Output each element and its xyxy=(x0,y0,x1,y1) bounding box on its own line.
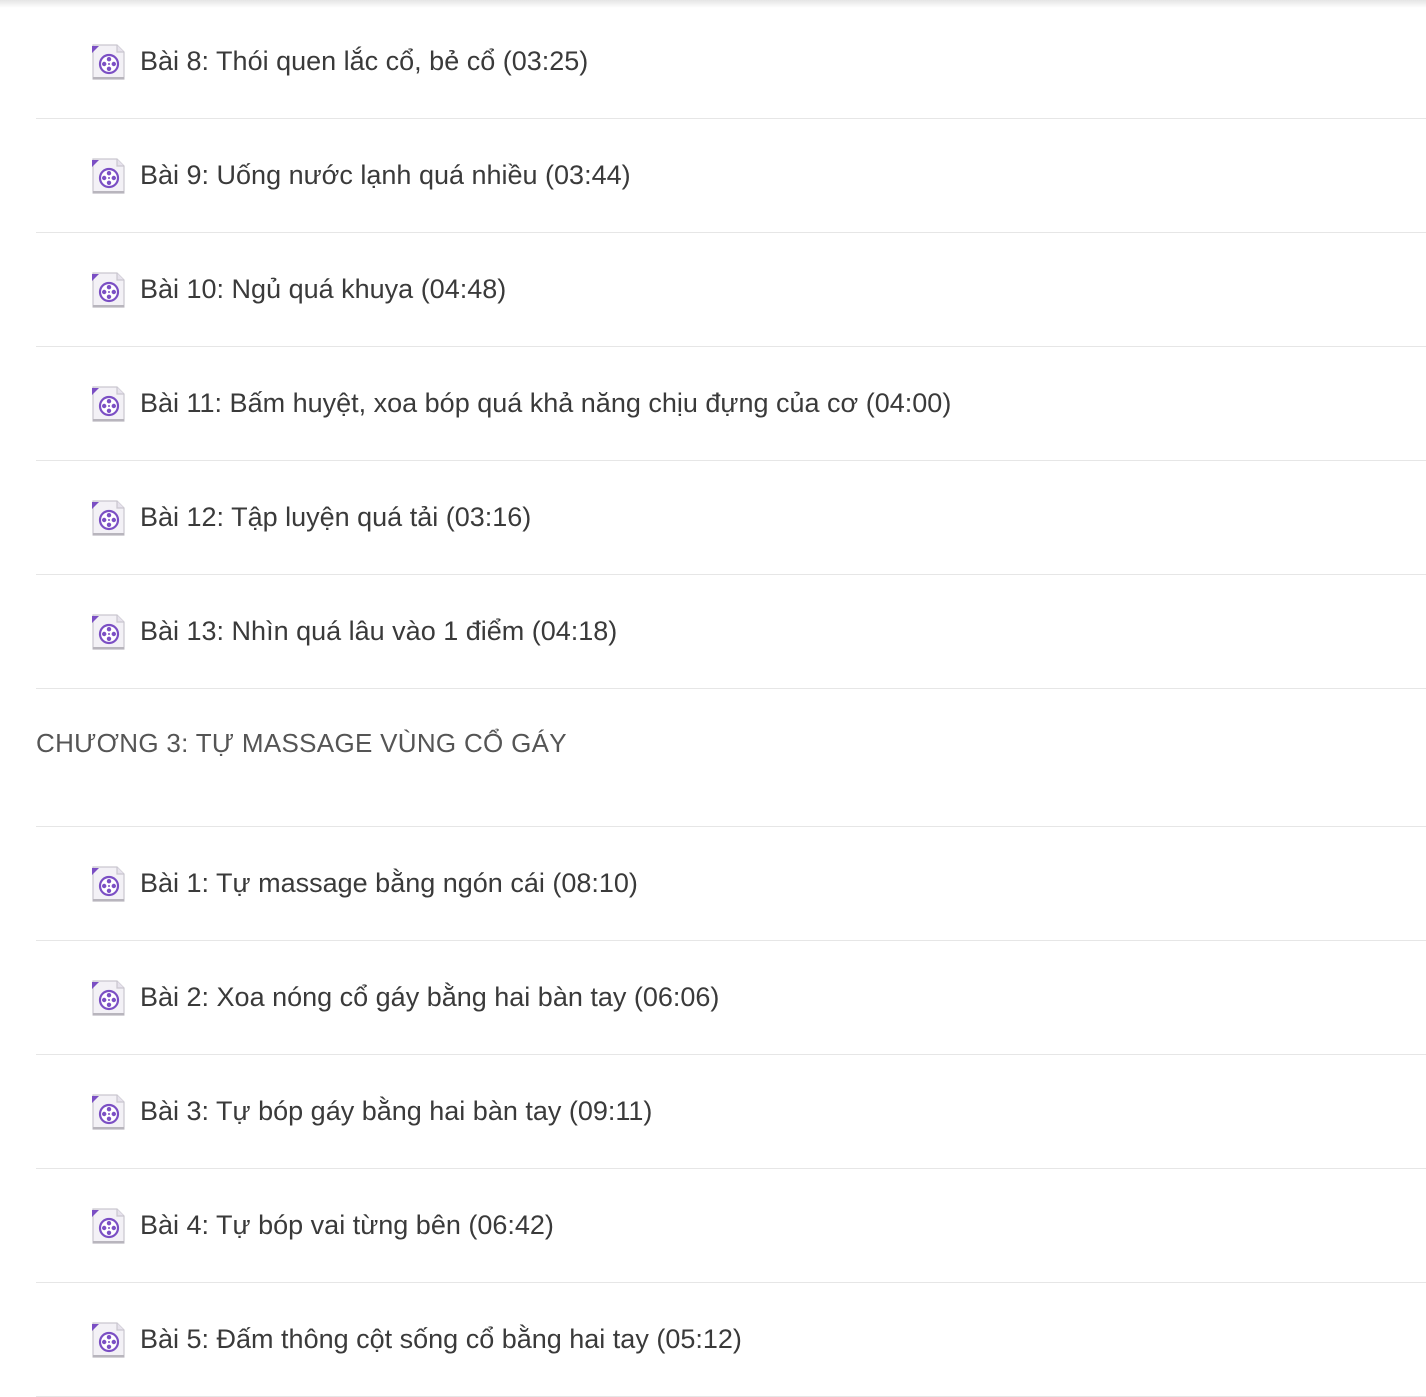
lesson-item[interactable]: Bài 4: Tự bóp vai từng bên (06:42) xyxy=(36,1169,1426,1283)
lesson-item[interactable]: Bài 2: Xoa nóng cổ gáy bằng hai bàn tay … xyxy=(36,941,1426,1055)
lesson-title[interactable]: Bài 1: Tự massage bằng ngón cái (08:10) xyxy=(140,867,638,899)
video-file-icon xyxy=(89,498,127,538)
lesson-title[interactable]: Bài 4: Tự bóp vai từng bên (06:42) xyxy=(140,1209,554,1241)
video-file-icon xyxy=(89,612,127,652)
lesson-title[interactable]: Bài 8: Thói quen lắc cổ, bẻ cổ (03:25) xyxy=(140,45,588,77)
chapter-header: CHƯƠNG 3: TỰ MASSAGE VÙNG CỔ GÁY xyxy=(36,689,1426,827)
lesson-title[interactable]: Bài 5: Đấm thông cột sống cổ bằng hai ta… xyxy=(140,1323,742,1355)
curriculum-list: Bài 8: Thói quen lắc cổ, bẻ cổ (03:25) B… xyxy=(36,5,1426,1397)
lesson-title[interactable]: Bài 10: Ngủ quá khuya (04:48) xyxy=(140,273,506,305)
lesson-title[interactable]: Bài 3: Tự bóp gáy bằng hai bàn tay (09:1… xyxy=(140,1095,652,1127)
video-file-icon xyxy=(89,1320,127,1360)
lesson-item[interactable]: Bài 3: Tự bóp gáy bằng hai bàn tay (09:1… xyxy=(36,1055,1426,1169)
video-file-icon xyxy=(89,156,127,196)
lesson-item[interactable]: Bài 11: Bấm huyệt, xoa bóp quá khả năng … xyxy=(36,347,1426,461)
video-file-icon xyxy=(89,978,127,1018)
lesson-title[interactable]: Bài 13: Nhìn quá lâu vào 1 điểm (04:18) xyxy=(140,615,617,647)
lesson-item[interactable]: Bài 13: Nhìn quá lâu vào 1 điểm (04:18) xyxy=(36,575,1426,689)
video-file-icon xyxy=(89,1206,127,1246)
lesson-title[interactable]: Bài 2: Xoa nóng cổ gáy bằng hai bàn tay … xyxy=(140,981,719,1013)
lesson-item[interactable]: Bài 9: Uống nước lạnh quá nhiều (03:44) xyxy=(36,119,1426,233)
lesson-title[interactable]: Bài 9: Uống nước lạnh quá nhiều (03:44) xyxy=(140,159,631,191)
video-file-icon xyxy=(89,270,127,310)
video-file-icon xyxy=(89,1092,127,1132)
video-file-icon xyxy=(89,384,127,424)
lesson-item[interactable]: Bài 8: Thói quen lắc cổ, bẻ cổ (03:25) xyxy=(36,5,1426,119)
lesson-title[interactable]: Bài 11: Bấm huyệt, xoa bóp quá khả năng … xyxy=(140,387,951,419)
video-file-icon xyxy=(89,864,127,904)
lesson-item[interactable]: Bài 1: Tự massage bằng ngón cái (08:10) xyxy=(36,827,1426,941)
lesson-item[interactable]: Bài 12: Tập luyện quá tải (03:16) xyxy=(36,461,1426,575)
lesson-title[interactable]: Bài 12: Tập luyện quá tải (03:16) xyxy=(140,501,531,533)
lesson-item[interactable]: Bài 5: Đấm thông cột sống cổ bằng hai ta… xyxy=(36,1283,1426,1397)
chapter-title: CHƯƠNG 3: TỰ MASSAGE VÙNG CỔ GÁY xyxy=(36,728,567,758)
video-file-icon xyxy=(89,42,127,82)
lesson-item[interactable]: Bài 10: Ngủ quá khuya (04:48) xyxy=(36,233,1426,347)
